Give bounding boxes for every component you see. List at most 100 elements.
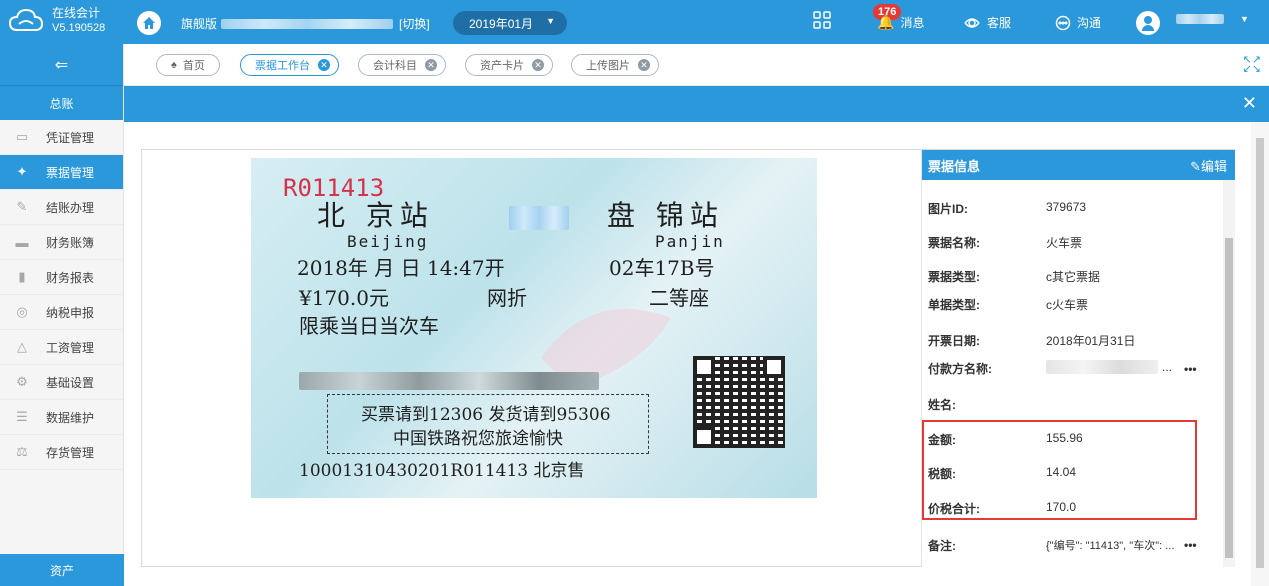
sidebar-item-label: 工资管理: [46, 340, 95, 355]
sidebar-item-voucher[interactable]: ▭ 凭证管理: [0, 120, 123, 155]
field-document-type: 单据类型: c火车票: [928, 296, 1208, 313]
field-payer-name: 付款方名称:...: [928, 360, 1208, 377]
field-key: 金额:: [928, 433, 956, 447]
ticket-notice: 限乘当日当次车: [299, 314, 439, 338]
headset-icon: [964, 17, 980, 28]
passenger-id-redacted: [299, 372, 599, 390]
customer-service-button[interactable]: 客服: [963, 14, 1011, 31]
panel-header: 票据信息 ✎编辑: [922, 150, 1235, 180]
tab-accounts[interactable]: 会计科目 ✕: [358, 54, 446, 76]
company-selector[interactable]: 旗舰版 [切换]: [181, 15, 430, 32]
tab-asset-cards[interactable]: 资产卡片 ✕: [465, 54, 553, 76]
gear-icon: ⚙: [16, 374, 28, 389]
sidebar-item-label: 纳税申报: [46, 305, 95, 320]
ticket-detail-content: R011413 北 京站 盘 锦站 Beijing Panjin 2018年 月…: [124, 122, 1269, 586]
tab-home[interactable]: ♠ 首页: [156, 54, 220, 76]
field-tax: 税额: 14.04: [928, 465, 1208, 482]
sidebar-item-payroll[interactable]: △ 工资管理: [0, 330, 123, 365]
sidebar-item-books[interactable]: ▬ 财务账簿: [0, 225, 123, 260]
field-issue-date: 开票日期: 2018年01月31日: [928, 332, 1208, 349]
home-icon: ♠: [171, 59, 177, 71]
field-value: 14.04: [1046, 465, 1077, 479]
database-icon: ☰: [16, 409, 28, 424]
chat-button[interactable]: 沟通: [1055, 14, 1101, 31]
period-selector[interactable]: 2019年01月 ▼: [453, 11, 567, 35]
panel-scrollbar[interactable]: [1223, 180, 1235, 567]
field-value: c火车票: [1046, 298, 1089, 312]
field-value: ...: [1162, 360, 1173, 374]
close-tab-icon[interactable]: ✕: [318, 59, 330, 71]
ticket-seat: 02车17B号: [609, 256, 715, 280]
messages-button[interactable]: 🔔 消息: [877, 14, 924, 31]
app-version: V5.190528: [52, 22, 106, 34]
sidebar-item-label: 存货管理: [46, 445, 95, 460]
bar-chart-icon: ▮: [18, 269, 26, 284]
ticket-frame: R011413 北 京站 盘 锦站 Beijing Panjin 2018年 月…: [141, 149, 1235, 567]
remarks-more-button[interactable]: •••: [1184, 538, 1197, 552]
tab-upload-images[interactable]: 上传图片 ✕: [571, 54, 659, 76]
home-button[interactable]: [137, 11, 161, 35]
field-amount: 金额: 155.96: [928, 431, 1208, 448]
dialog-header: ✕: [124, 86, 1269, 122]
field-remarks: 备注: {"编号": "11413", "车次": ...: [928, 537, 1208, 554]
sidebar-section-ledger[interactable]: 总账: [0, 86, 123, 120]
field-ticket-name: 票据名称: 火车票: [928, 234, 1208, 251]
edit-button[interactable]: ✎编辑: [1190, 156, 1227, 175]
sidebar-item-label: 凭证管理: [46, 130, 95, 145]
ticket-icon: ✦: [16, 164, 28, 179]
sidebar-item-reports[interactable]: ▮ 财务报表: [0, 260, 123, 295]
app-name: 在线会计: [52, 6, 101, 20]
sidebar-item-closing[interactable]: ✎ 结账办理: [0, 190, 123, 225]
sidebar-item-inventory[interactable]: ⚖ 存货管理: [0, 435, 123, 470]
close-icon[interactable]: ✕: [1242, 93, 1257, 114]
field-key: 备注:: [928, 539, 956, 553]
app-logo[interactable]: 在线会计 V5.190528: [8, 6, 105, 36]
sidebar-item-tax[interactable]: ◎ 纳税申报: [0, 295, 123, 330]
company-name-redacted: [221, 18, 394, 29]
period-label: 2019年01月: [469, 16, 534, 31]
field-key: 价税合计:: [928, 502, 980, 516]
home-icon: [143, 17, 155, 29]
user-avatar[interactable]: [1136, 11, 1160, 35]
close-tab-icon[interactable]: ✕: [425, 59, 437, 71]
top-bar: 在线会计 V5.190528 旗舰版 [切换] 2019年01月 ▼ 176 🔔…: [0, 0, 1269, 44]
ticket-to-en: Panjin: [655, 232, 725, 251]
qr-code: [693, 356, 785, 448]
close-tab-icon[interactable]: ✕: [638, 59, 650, 71]
switch-company-link[interactable]: [切换]: [399, 15, 430, 32]
field-total: 价税合计: 170.0: [928, 500, 1208, 517]
ticket-datetime: 2018年 月 日 14:47开: [297, 256, 505, 280]
sidebar-item-data[interactable]: ☰ 数据维护: [0, 400, 123, 435]
payer-more-button[interactable]: •••: [1184, 362, 1197, 376]
field-key: 开票日期:: [928, 334, 980, 348]
sidebar-item-label: 数据维护: [46, 410, 95, 425]
app-grid-button[interactable]: [813, 11, 831, 29]
sidebar-section-assets[interactable]: 资产: [0, 554, 124, 586]
sidebar-item-label: 结账办理: [46, 200, 95, 215]
payer-name-redacted: [1046, 360, 1158, 374]
collapse-sidebar-button[interactable]: ⇐: [0, 44, 123, 86]
sidebar: ⇐ 总账 ▭ 凭证管理 ✦ 票据管理 ✎ 结账办理 ▬ 财务账簿 ▮ 财务报表 …: [0, 44, 124, 586]
train-ticket-image[interactable]: R011413 北 京站 盘 锦站 Beijing Panjin 2018年 月…: [251, 158, 817, 498]
field-key: 票据类型:: [928, 270, 980, 284]
sidebar-item-label: 财务账簿: [46, 235, 95, 250]
tab-ticket-workbench[interactable]: 票据工作台 ✕: [240, 54, 339, 76]
sidebar-item-settings[interactable]: ⚙ 基础设置: [0, 365, 123, 400]
close-tab-icon[interactable]: ✕: [532, 59, 544, 71]
sidebar-item-label: 票据管理: [46, 165, 95, 180]
book-icon: ▬: [15, 234, 29, 250]
sidebar-item-label: 财务报表: [46, 270, 95, 285]
ticket-class: 二等座: [649, 286, 709, 310]
content-scrollbar[interactable]: [1251, 122, 1269, 586]
field-key: 单据类型:: [928, 298, 980, 312]
ticket-to-station: 盘 锦站: [607, 199, 724, 232]
pen-icon: ✎: [16, 199, 28, 214]
field-value: 170.0: [1046, 500, 1077, 514]
sidebar-item-tickets[interactable]: ✦ 票据管理: [0, 155, 123, 190]
fullscreen-icon[interactable]: ↖↗ ↙↘: [1243, 55, 1261, 75]
menu-collapse-icon: ⇐: [54, 56, 69, 74]
field-key: 付款方名称:: [928, 362, 992, 376]
user-menu[interactable]: ▼: [1176, 14, 1249, 24]
field-ticket-type: 票据类型: c其它票据: [928, 268, 1208, 285]
chat-bubble-icon: [1055, 15, 1071, 30]
